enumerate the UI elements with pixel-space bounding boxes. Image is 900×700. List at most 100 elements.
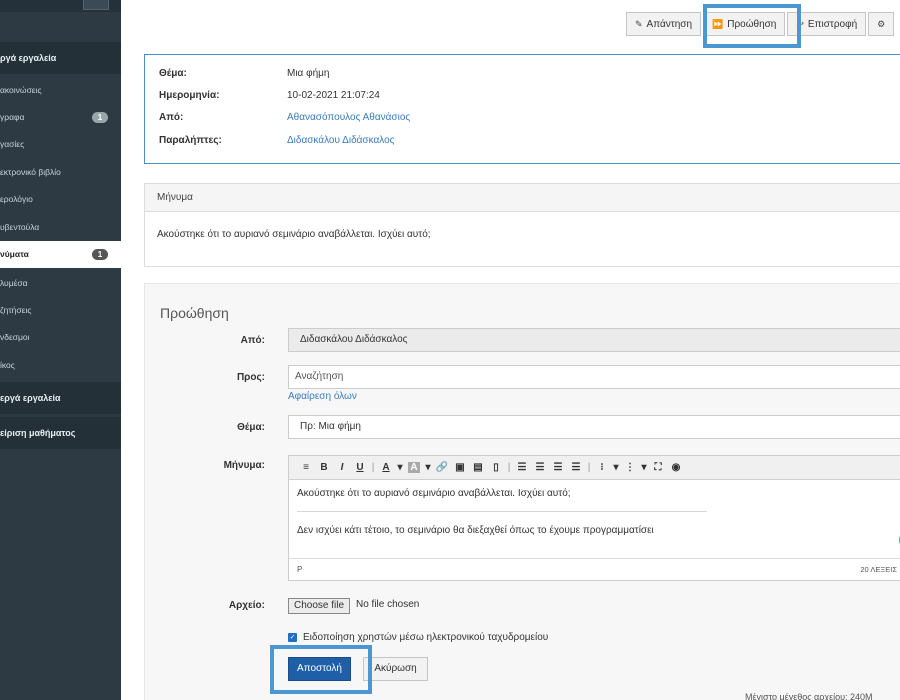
notify-checkbox[interactable]: ✓ — [288, 633, 297, 642]
toolbar-separator: | — [587, 462, 591, 473]
media-icon[interactable]: ▤ — [469, 462, 487, 473]
sidebar-item-glossary[interactable]: ίκος — [0, 352, 121, 379]
from-field-label: Από: — [240, 335, 265, 346]
from-label: Από: — [159, 112, 184, 123]
sidebar-item-messages[interactable]: νύματα 1 — [0, 241, 121, 268]
file-status: No file chosen — [356, 599, 420, 610]
sidebar-item-documents[interactable]: γραφα 1 — [0, 104, 121, 131]
recipient-link[interactable]: Διδασκάλου Διδάσκαλος — [287, 135, 395, 146]
max-file-size-note: Μέγιστο μέγεθος αρχείου: 240M — [745, 692, 873, 700]
sidebar-item-label: γασίες — [0, 139, 25, 149]
link-icon[interactable]: 🔗 — [433, 462, 451, 473]
choose-file-button[interactable]: Choose file — [288, 598, 351, 614]
sidebar-item-announcements[interactable]: ακοινώσεις — [0, 77, 121, 104]
subject-field-label: Θέμα: — [237, 422, 265, 433]
numbered-list-icon[interactable]: ⋮ — [621, 462, 639, 473]
sidebar-item-label: εκτρονικό βιβλίο — [0, 167, 61, 177]
editor-toolbar: ≡ B I U | A ▾ A ▾ 🔗 ▣ ▤ ▯ | ☰ ☰ ☰ ☰ | ⁝ … — [289, 456, 900, 480]
align-justify-icon[interactable]: ☰ — [567, 462, 585, 473]
sender-link[interactable]: Αθανασόπουλος Αθανάσιος — [287, 112, 410, 123]
sidebar-item-multimedia[interactable]: λυμέσα — [0, 270, 121, 297]
chevron-down-icon[interactable]: ▾ — [639, 462, 649, 473]
back-label: Επιστροφή — [807, 18, 858, 30]
chevron-down-icon[interactable]: ▾ — [395, 462, 405, 473]
sidebar: ργά εργαλεία ακοινώσεις γραφα 1 γασίες εκ… — [0, 0, 121, 700]
toolbar-separator: | — [371, 462, 375, 473]
editor-quoted-text: Ακούστηκε ότι το αυριανό σεμινάριο αναβά… — [297, 488, 571, 499]
sidebar-header-course-admin[interactable]: είριση μαθήματος — [0, 417, 121, 449]
message-field-label: Μήνυμα: — [223, 460, 265, 471]
notify-label[interactable]: Ειδοποίηση χρηστών μέσω ηλεκτρονικού ταχ… — [303, 632, 548, 643]
subject-input[interactable]: Πρ: Μια φήμη — [288, 415, 900, 439]
recipients-label: Παραλήπτες: — [159, 135, 222, 146]
bullet-list-icon[interactable]: ⁝ — [593, 462, 611, 473]
message-info-panel: Θέμα: Μια φήμη Ημερομηνία: 10-02-2021 21… — [144, 54, 900, 164]
sidebar-item-assignments[interactable]: γασίες — [0, 131, 121, 158]
font-color-icon[interactable]: A — [377, 462, 395, 473]
editor-content[interactable]: Ακούστηκε ότι το αυριανό σεμινάριο αναβά… — [289, 481, 889, 555]
sidebar-collapse-button[interactable] — [83, 0, 109, 10]
message-body: Ακούστηκε ότι το αυριανό σεμινάριο αναβά… — [157, 229, 431, 240]
rich-text-editor: ≡ B I U | A ▾ A ▾ 🔗 ▣ ▤ ▯ | ☰ ☰ ☰ ☰ | ⁝ … — [288, 455, 900, 581]
sidebar-item-label: νδεσμοι — [0, 332, 30, 342]
align-center-icon[interactable]: ☰ — [531, 462, 549, 473]
subject-label: Θέμα: — [159, 68, 187, 79]
editor-reply-text: Δεν ισχύει κάτι τέτοιο, το σεμινάριο θα … — [297, 525, 654, 536]
sidebar-header-inactive-tools[interactable]: εργά εργαλεία — [0, 382, 121, 414]
sidebar-item-label: γραφα — [0, 112, 25, 122]
recipient-search-input[interactable]: Αναζήτηση — [288, 365, 900, 389]
word-count: 20 ΛΕΞΕΙΣ — [860, 565, 897, 574]
sidebar-item-label: λυμέσα — [0, 278, 28, 288]
cancel-button[interactable]: Ακύρωση — [363, 657, 428, 681]
forward-form: Προώθηση Από: Διδασκάλου Διδάσκαλος Προς… — [144, 283, 900, 700]
paragraph-format-icon[interactable]: ≡ — [297, 462, 315, 473]
settings-button[interactable]: ⚙ — [868, 12, 895, 36]
sidebar-item-label: ζητήσεις — [0, 305, 32, 315]
file-icon[interactable]: ▯ — [487, 462, 505, 473]
file-field-label: Αρχείο: — [228, 600, 265, 611]
count-badge: 1 — [92, 112, 108, 123]
sidebar-item-label: ίκος — [0, 360, 15, 370]
chevron-down-icon[interactable]: ▾ — [611, 462, 621, 473]
edit-icon: ✎ — [635, 18, 643, 29]
message-heading: Μήνυμα — [145, 184, 900, 212]
align-right-icon[interactable]: ☰ — [549, 462, 567, 473]
reply-button[interactable]: ✎ Απάντηση — [626, 12, 702, 36]
sidebar-item-label: υβεντούλα — [0, 222, 40, 232]
highlight-send — [270, 645, 372, 694]
forward-form-title: Προώθηση — [160, 305, 229, 321]
image-icon[interactable]: ▣ — [451, 462, 469, 473]
subject-value: Μια φήμη — [287, 68, 330, 79]
sidebar-item-label: ακοινώσεις — [0, 85, 42, 95]
preview-eye-icon[interactable]: ◉ — [667, 462, 685, 473]
sidebar-item-links[interactable]: νδεσμοι — [0, 324, 121, 351]
sidebar-item-label: ερολόγιο — [0, 194, 33, 204]
sidebar-header-active-tools[interactable]: ργά εργαλεία — [0, 42, 121, 74]
date-label: Ημερομηνία: — [159, 90, 220, 101]
sidebar-item-conference[interactable]: υβεντούλα — [0, 214, 121, 241]
sidebar-item-ebook[interactable]: εκτρονικό βιβλίο — [0, 159, 121, 186]
sidebar-item-label: νύματα — [0, 249, 29, 259]
element-path[interactable]: P — [297, 565, 302, 574]
background-color-icon[interactable]: A — [408, 462, 420, 473]
align-left-icon[interactable]: ☰ — [513, 462, 531, 473]
fullscreen-icon[interactable]: ⛶ — [649, 462, 667, 473]
sidebar-item-calendar[interactable]: ερολόγιο — [0, 186, 121, 213]
underline-icon[interactable]: U — [351, 462, 369, 473]
editor-divider — [297, 511, 707, 512]
date-value: 10-02-2021 21:07:24 — [287, 90, 380, 101]
toolbar-separator: | — [507, 462, 511, 473]
highlight-forward — [703, 4, 801, 48]
reply-label: Απάντηση — [646, 18, 693, 30]
remove-all-link[interactable]: Αφαίρεση όλων — [288, 391, 357, 402]
message-panel: Μήνυμα Ακούστηκε ότι το αυριανό σεμινάρι… — [144, 183, 900, 267]
sidebar-item-discussions[interactable]: ζητήσεις — [0, 297, 121, 324]
bold-icon[interactable]: B — [315, 462, 333, 473]
count-badge: 1 — [92, 249, 108, 260]
chevron-down-icon[interactable]: ▾ — [423, 462, 433, 473]
editor-statusbar: P 20 ΛΕΞΕΙΣ — [289, 558, 900, 580]
to-field-label: Προς: — [236, 372, 265, 383]
gear-icon: ⚙ — [877, 18, 886, 29]
from-field: Διδασκάλου Διδάσκαλος — [288, 328, 900, 352]
italic-icon[interactable]: I — [333, 462, 351, 473]
